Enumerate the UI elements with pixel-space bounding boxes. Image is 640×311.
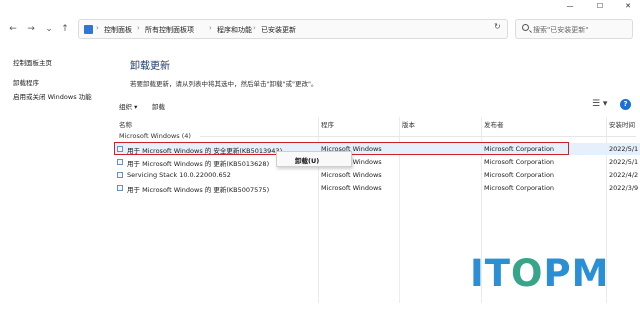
watermark-logo: ITOPM [470,255,609,292]
context-menu: 卸载(U) [276,151,352,167]
page-description: 若要卸载更新，请从列表中将其选中，然后单击"卸载"或"更改"。 [130,80,318,88]
breadcrumb-control-panel[interactable]: 控制面板 [104,25,132,35]
recent-locations-chevron-icon[interactable]: ⌄ [42,22,56,36]
watermark-letter: I [470,252,485,295]
row-publisher: Microsoft Corporation [484,158,555,166]
forward-arrow-icon[interactable]: → [24,22,38,36]
title-bar: — ☐ ✕ [0,0,640,14]
row-name: Servicing Stack 10.0.22000.652 [127,171,231,179]
column-header-publisher[interactable]: 发布者 [484,119,504,129]
watermark-letter: M [571,252,610,295]
control-panel-icon [84,25,93,34]
column-headers: 名称 程序 版本 发布者 安装时间 [114,117,640,129]
address-bar[interactable]: › 控制面板 › 所有控制面板项 › 程序和功能 › 已安装更新 [78,19,508,39]
page-title: 卸载更新 [130,61,170,72]
row-installed-on: 2022/3/9 [609,184,639,192]
left-nav: 控制面板主页 卸载程序 启用或关闭 Windows 功能 [0,44,110,244]
table-row[interactable]: Servicing Stack 10.0.22000.652 Microsoft… [114,169,640,181]
column-header-program[interactable]: 程序 [321,119,334,129]
address-row: ← → ⌄ ↑ › 控制面板 › 所有控制面板项 › 程序和功能 › 已安装更新… [0,18,640,42]
search-box[interactable]: 搜索"已安装更新" [515,19,633,39]
breadcrumb-separator: › [137,24,140,32]
watermark-letter: P [543,252,572,295]
column-header-name[interactable]: 名称 [119,119,132,129]
watermark-letter: O [511,252,544,295]
breadcrumb-programs[interactable]: 程序和功能 [217,25,252,35]
row-installed-on: 2022/5/1 [609,145,639,153]
row-publisher: Microsoft Corporation [484,171,555,179]
breadcrumb-separator: › [209,24,212,32]
close-button[interactable]: ✕ [618,0,638,14]
back-arrow-icon[interactable]: ← [6,22,20,36]
row-program: Microsoft Windows [321,171,382,179]
breadcrumb-all-items[interactable]: 所有控制面板项 [145,25,194,35]
group-divider [200,136,636,137]
row-installed-on: 2022/5/1 [609,158,639,166]
group-header[interactable]: Microsoft Windows (4) [119,132,191,140]
breadcrumb-separator: › [253,24,256,32]
nav-windows-features[interactable]: 启用或关闭 Windows 功能 [13,91,92,101]
maximize-button[interactable]: ☐ [590,0,610,14]
breadcrumb-installed-updates[interactable]: 已安装更新 [261,25,296,35]
help-icon[interactable]: ? [620,99,631,110]
organize-button[interactable]: 组织 ▾ [119,101,137,111]
context-menu-uninstall[interactable]: 卸载(U) [295,155,319,165]
minimize-button[interactable]: — [560,0,580,14]
update-icon [117,159,123,165]
search-icon [522,24,529,31]
row-publisher: Microsoft Corporation [484,184,555,192]
watermark-letter: T [484,252,512,295]
update-icon [117,172,123,178]
nav-uninstall-program[interactable]: 卸载程序 [13,77,39,87]
row-name: 用于 Microsoft Windows 的 更新(KB5007575) [127,186,270,194]
refresh-icon[interactable]: ↻ [494,22,501,31]
update-icon [117,185,123,191]
search-placeholder: 搜索"已安装更新" [533,26,589,34]
column-header-installed-on[interactable]: 安装时间 [609,119,635,129]
row-installed-on: 2022/4/2 [609,171,639,179]
uninstall-button[interactable]: 卸载 [152,101,165,111]
table-row[interactable]: 用于 Microsoft Windows 的 更新(KB5013628) Mic… [114,156,640,168]
up-arrow-icon[interactable]: ↑ [58,22,72,36]
breadcrumb-separator: › [96,24,99,32]
column-header-version[interactable]: 版本 [402,119,415,129]
toolbar: 组织 ▾ 卸载 ☰ ▾ ? [114,98,640,114]
row-program: Microsoft Windows [321,184,382,192]
view-options-icon[interactable]: ☰ ▾ [592,99,607,109]
nav-control-panel-home[interactable]: 控制面板主页 [13,57,52,67]
table-row[interactable]: 用于 Microsoft Windows 的 更新(KB5007575) Mic… [114,182,640,194]
